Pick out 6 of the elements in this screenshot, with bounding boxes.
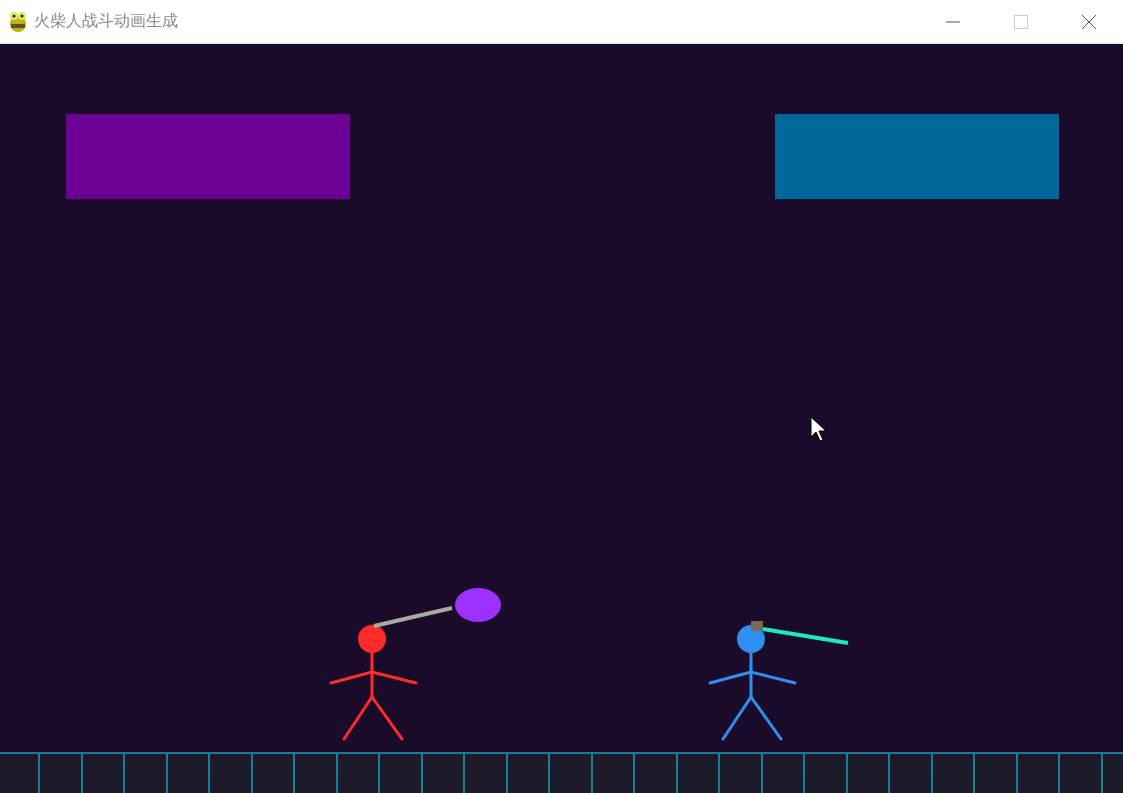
close-icon [1081, 13, 1097, 30]
frog-icon [8, 10, 28, 33]
minimize-icon [946, 20, 960, 23]
window-title: 火柴人战斗动画生成 [34, 11, 179, 32]
cursor-icon [810, 416, 827, 442]
maximize-icon [1014, 14, 1028, 29]
